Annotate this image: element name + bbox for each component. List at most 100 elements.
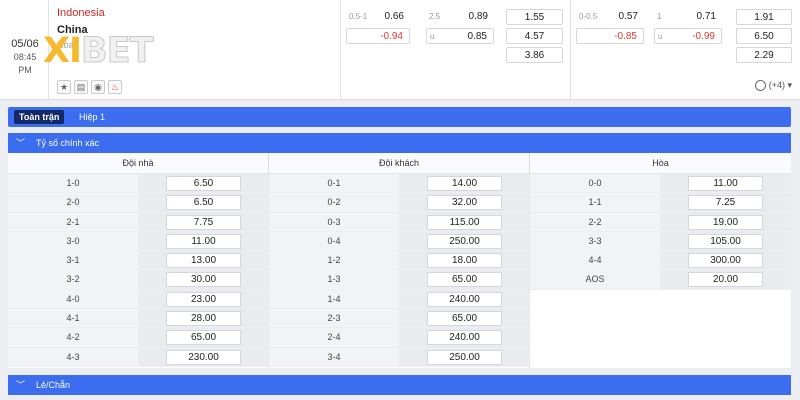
odd-button[interactable]: 18.00 xyxy=(427,253,502,269)
handicap-home-odd[interactable]: 0.5-1 0.66 xyxy=(346,9,410,25)
score-label: 1-0 xyxy=(8,174,138,193)
divider xyxy=(340,0,341,100)
odd-button[interactable]: 14.00 xyxy=(427,176,502,191)
odd-button[interactable]: 13.00 xyxy=(166,253,241,269)
odd-button[interactable]: 7.25 xyxy=(688,195,763,211)
match-actions: ★ ▤ ◉ ♨ xyxy=(57,80,122,94)
column-header: Đội nhà xyxy=(8,153,268,174)
1x2-draw-odd[interactable]: 3.86 xyxy=(506,47,563,63)
home-team[interactable]: Indonesia xyxy=(57,7,105,19)
score-label: 3-0 xyxy=(8,231,138,251)
table-row: 1-4 240.00 xyxy=(269,289,530,310)
odd-button[interactable]: 11.00 xyxy=(688,176,763,191)
odd-button[interactable]: 30.00 xyxy=(166,272,241,288)
draw-column: Hòa 0-0 11.00 1-1 7.25 2-2 19.00 3-3 105.00 4-4 3… xyxy=(530,153,791,368)
table-row: 3-0 11.00 xyxy=(8,231,269,252)
table-row: 1-1 7.25 xyxy=(530,193,791,213)
score-label: 2-1 xyxy=(8,212,138,231)
odd-button[interactable]: 6.50 xyxy=(166,176,241,191)
column-header: Hòa xyxy=(530,153,791,174)
score-label: 2-2 xyxy=(530,212,660,231)
match-datetime: 05/06 08:45 PM xyxy=(6,38,44,77)
period-tabs: Toàn trận Hiệp 1 xyxy=(8,107,791,127)
score-label: AOS xyxy=(530,270,660,289)
table-row: 3-4 250.00 xyxy=(269,347,530,367)
eye-icon[interactable]: ◉ xyxy=(91,80,105,94)
odd-button[interactable]: 28.00 xyxy=(166,311,241,327)
score-label: 2-0 xyxy=(8,193,138,212)
fire-icon[interactable]: ♨ xyxy=(108,80,122,94)
table-row: 0-3 115.00 xyxy=(269,212,530,232)
table-row: 3-2 30.00 xyxy=(8,270,269,290)
odd-button[interactable]: 7.75 xyxy=(166,214,241,230)
odd-button[interactable]: 20.00 xyxy=(688,272,763,288)
score-label: 2-4 xyxy=(269,328,399,347)
score-label: 0-1 xyxy=(269,174,399,193)
section-title: Lẻ/Chẵn xyxy=(36,380,71,390)
table-row: 4-4 300.00 xyxy=(530,251,791,271)
home-column: Đội nhà 1-0 6.50 2-0 6.50 2-1 7.75 3-0 11.00 3-1… xyxy=(8,153,269,368)
score-label: 4-4 xyxy=(530,251,660,270)
section-correct-score[interactable]: ﹀ Tỷ số chính xác xyxy=(8,133,791,153)
odd-button[interactable]: 65.00 xyxy=(427,272,502,288)
odd-button[interactable]: 19.00 xyxy=(688,214,763,230)
table-row: 1-0 6.50 xyxy=(8,174,269,194)
table-row: 3-3 105.00 xyxy=(530,231,791,252)
table-row: 0-0 11.00 xyxy=(530,174,791,194)
h1-1x2-home-odd[interactable]: 1.91 xyxy=(736,9,792,25)
score-label: 4-3 xyxy=(8,347,138,366)
score-label: 0-3 xyxy=(269,212,399,231)
score-label: 3-1 xyxy=(8,251,138,270)
h1-handicap-home-odd[interactable]: 0-0.5 0.57 xyxy=(576,9,644,25)
chevron-down-icon: ﹀ xyxy=(16,380,26,390)
match-time: 08:45 PM xyxy=(13,52,37,75)
odd-button[interactable]: 65.00 xyxy=(166,330,241,346)
odd-button[interactable]: 65.00 xyxy=(427,311,502,327)
odd-button[interactable]: 240.00 xyxy=(427,291,502,307)
table-row: 2-2 19.00 xyxy=(530,212,791,232)
h1-under-odd[interactable]: u -0.99 xyxy=(654,28,722,44)
tab-full-match[interactable]: Toàn trận xyxy=(14,110,65,124)
odd-button[interactable]: 115.00 xyxy=(427,214,502,230)
odd-button[interactable]: 6.50 xyxy=(166,195,241,211)
table-row: 3-1 13.00 xyxy=(8,251,269,271)
tab-first-half[interactable]: Hiệp 1 xyxy=(74,110,110,124)
odd-button[interactable]: 11.00 xyxy=(166,233,241,249)
star-icon[interactable]: ★ xyxy=(57,80,71,94)
score-label: 4-2 xyxy=(8,328,138,347)
under-odd[interactable]: u 0.85 xyxy=(426,28,494,44)
column-header: Đội khách xyxy=(269,153,529,174)
more-markets-button[interactable]: (+4) ▾ xyxy=(754,80,792,92)
h1-over-odd[interactable]: 1 0.71 xyxy=(654,9,722,25)
table-row: 0-1 14.00 xyxy=(269,174,530,194)
odd-button[interactable]: 32.00 xyxy=(427,195,502,211)
table-row: 2-3 65.00 xyxy=(269,309,530,329)
over-odd[interactable]: 2.5 0.89 xyxy=(426,9,494,25)
score-label: 4-1 xyxy=(8,309,138,328)
odd-button[interactable]: 240.00 xyxy=(427,330,502,346)
h1-1x2-draw-odd[interactable]: 2.29 xyxy=(736,47,792,63)
score-label: 1-1 xyxy=(530,193,660,212)
h1-1x2-away-odd[interactable]: 6.50 xyxy=(736,28,792,44)
odd-button[interactable]: 250.00 xyxy=(427,233,502,249)
odd-button[interactable]: 23.00 xyxy=(166,291,241,307)
table-row: 4-3 230.00 xyxy=(8,347,269,367)
h1-handicap-away-odd[interactable]: -0.85 xyxy=(576,28,644,44)
odd-button[interactable]: 230.00 xyxy=(166,349,241,365)
odd-button[interactable]: 105.00 xyxy=(688,233,763,249)
score-label: 0-2 xyxy=(269,193,399,212)
score-label: 4-0 xyxy=(8,289,138,309)
score-label: 0-0 xyxy=(530,174,660,193)
handicap-away-odd[interactable]: -0.94 xyxy=(346,28,410,44)
table-row: 0-2 32.00 xyxy=(269,193,530,213)
score-label: 1-2 xyxy=(269,251,399,270)
1x2-away-odd[interactable]: 4.57 xyxy=(506,28,563,44)
odd-button[interactable]: 300.00 xyxy=(688,253,763,269)
1x2-home-odd[interactable]: 1.55 xyxy=(506,9,563,25)
soccer-ball-icon xyxy=(754,80,766,92)
odd-button[interactable]: 250.00 xyxy=(427,349,502,365)
score-label: 1-3 xyxy=(269,270,399,289)
stats-icon[interactable]: ▤ xyxy=(74,80,88,94)
section-odd-even[interactable]: ﹀ Lẻ/Chẵn xyxy=(8,375,791,395)
score-label: 3-2 xyxy=(8,270,138,289)
